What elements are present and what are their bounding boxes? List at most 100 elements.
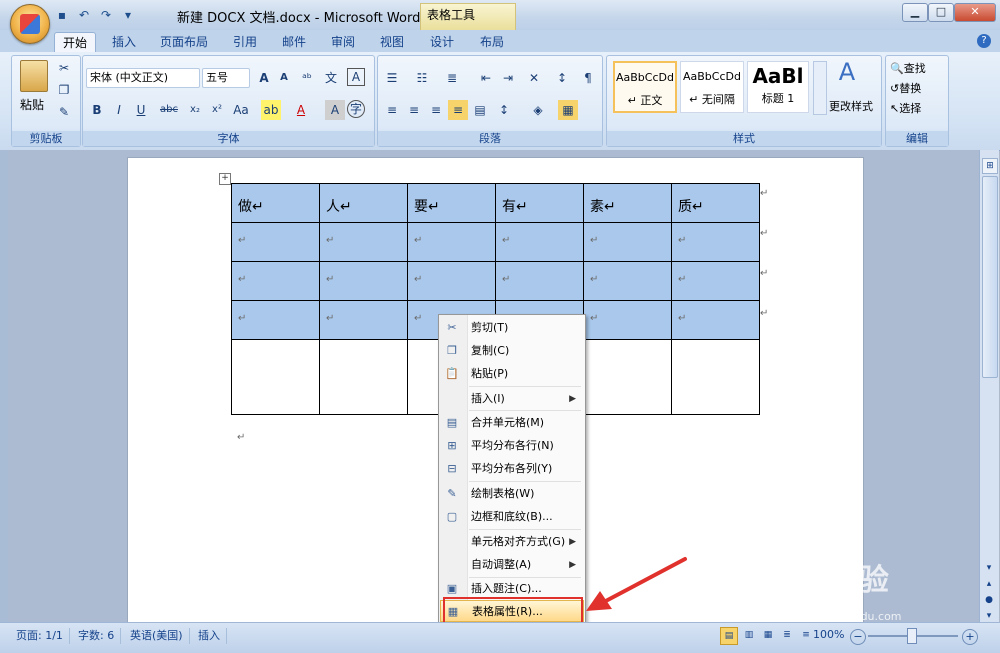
style-heading-1[interactable]: AaBl 标题 1 — [747, 61, 809, 113]
change-case-icon[interactable]: Aa — [231, 100, 251, 120]
scroll-thumb[interactable] — [982, 176, 998, 378]
align-right-icon[interactable]: ≡ — [426, 100, 446, 120]
table-cell[interactable]: ↵ — [671, 300, 760, 340]
table-cell[interactable]: 做↵ — [231, 183, 320, 223]
table-cell[interactable] — [231, 339, 320, 415]
subscript-icon[interactable]: x₂ — [185, 100, 205, 120]
bold-icon[interactable]: B — [87, 100, 107, 120]
multilevel-list-icon[interactable]: ≣ — [442, 68, 462, 88]
grow-font-icon[interactable]: A — [254, 68, 274, 88]
close-button[interactable]: ✕ — [954, 3, 996, 22]
align-center-icon[interactable]: ≡ — [404, 100, 424, 120]
align-left-icon[interactable]: ≡ — [382, 100, 402, 120]
tab-insert[interactable]: 插入 — [104, 32, 144, 52]
paste-button[interactable]: 粘贴 — [20, 96, 44, 113]
select-button[interactable]: ↖选择 — [890, 100, 921, 116]
menu-item-cut[interactable]: ✂ 剪切(T) — [440, 317, 584, 339]
outline-icon[interactable]: ≣ — [779, 627, 795, 643]
office-button[interactable] — [10, 4, 50, 44]
help-icon[interactable]: ? — [977, 34, 991, 48]
show-marks-icon[interactable]: ¶ — [578, 68, 598, 88]
zoom-slider-thumb[interactable] — [907, 628, 917, 644]
menu-item-insert[interactable]: 插入(I) ▶ — [440, 388, 584, 410]
table-cell[interactable]: ↵ — [495, 261, 584, 301]
justify-icon[interactable]: ≡ — [448, 100, 468, 120]
status-page[interactable]: 页面: 1/1 — [10, 628, 70, 644]
enclose-char-icon[interactable]: 字 — [347, 100, 365, 118]
paste-icon[interactable] — [20, 60, 48, 92]
font-size-select[interactable]: 五号 — [202, 68, 250, 88]
table-cell[interactable]: 人↵ — [319, 183, 408, 223]
table-cell[interactable]: ↵ — [583, 222, 672, 262]
phonetic-icon[interactable]: 文 — [321, 68, 341, 88]
table-cell[interactable]: ↵ — [407, 261, 496, 301]
style-no-spacing[interactable]: AaBbCcDd ↵ 无间隔 — [680, 61, 744, 113]
table-cell[interactable]: 要↵ — [407, 183, 496, 223]
maximize-button[interactable]: □ — [928, 3, 954, 22]
table-cell[interactable]: ↵ — [231, 261, 320, 301]
zoom-in-icon[interactable]: + — [962, 629, 978, 645]
menu-item-distribute-rows[interactable]: ⊞ 平均分布各行(N) — [440, 435, 584, 457]
status-word-count[interactable]: 字数: 6 — [72, 628, 122, 644]
char-border-icon[interactable]: A — [347, 68, 365, 86]
table-cell[interactable] — [319, 339, 408, 415]
chinese-layout-icon[interactable]: ✕ — [524, 68, 544, 88]
table-cell[interactable]: ↵ — [231, 222, 320, 262]
table-cell[interactable]: ↵ — [231, 300, 320, 340]
tab-references[interactable]: 引用 — [225, 32, 265, 52]
menu-item-merge-cells[interactable]: ▤ 合并单元格(M) — [440, 412, 584, 434]
table-cell[interactable]: 质↵ — [671, 183, 760, 223]
replace-button[interactable]: ↺替换 — [890, 80, 921, 96]
table-move-handle-icon[interactable]: + — [219, 173, 231, 185]
web-layout-icon[interactable]: ▦ — [760, 627, 776, 643]
bullets-icon[interactable]: ☰ — [382, 68, 402, 88]
print-layout-icon[interactable]: ▤ — [720, 627, 738, 645]
style-normal[interactable]: AaBbCcDd ↵ 正文 — [613, 61, 677, 113]
shading-icon[interactable]: ◈ — [528, 100, 548, 120]
table-cell[interactable]: ↵ — [495, 222, 584, 262]
sort-icon[interactable]: ↕ — [552, 68, 572, 88]
tab-view[interactable]: 视图 — [372, 32, 412, 52]
borders-icon[interactable]: ▦ — [558, 100, 578, 120]
menu-item-borders-shading[interactable]: ▢ 边框和底纹(B)... — [440, 506, 584, 528]
customize-icon[interactable]: ▾ — [120, 7, 136, 23]
format-painter-icon[interactable]: ✎ — [54, 102, 74, 122]
font-color-icon[interactable]: A — [291, 100, 311, 120]
draft-icon[interactable]: ≡ — [798, 627, 814, 643]
minimize-button[interactable]: ▁ — [902, 3, 928, 22]
tab-design[interactable]: 设计 — [422, 32, 462, 52]
decrease-indent-icon[interactable]: ⇤ — [476, 68, 496, 88]
menu-item-cell-alignment[interactable]: 单元格对齐方式(G) ▶ — [440, 531, 584, 553]
tab-mailings[interactable]: 邮件 — [274, 32, 314, 52]
save-icon[interactable]: ▪ — [54, 7, 70, 23]
table-cell[interactable]: ↵ — [319, 300, 408, 340]
table-cell[interactable]: ↵ — [319, 261, 408, 301]
redo-icon[interactable]: ↷ — [98, 7, 114, 23]
change-styles-icon[interactable]: A — [837, 60, 857, 92]
table-cell[interactable]: ↵ — [671, 261, 760, 301]
char-shading-icon[interactable]: A — [325, 100, 345, 120]
status-mode[interactable]: 插入 — [192, 628, 227, 644]
tab-page-layout[interactable]: 页面布局 — [152, 32, 216, 52]
font-name-select[interactable]: 宋体 (中文正文) — [86, 68, 200, 88]
table-cell[interactable]: ↵ — [583, 300, 672, 340]
page-browse-icons[interactable]: ▾ ▴ ● ▾ — [982, 560, 996, 624]
shrink-font-icon[interactable]: A — [274, 68, 294, 88]
table-cell[interactable]: ↵ — [319, 222, 408, 262]
underline-icon[interactable]: U — [131, 100, 151, 120]
table-cell[interactable]: ↵ — [583, 261, 672, 301]
superscript-icon[interactable]: x² — [207, 100, 227, 120]
italic-icon[interactable]: I — [109, 100, 129, 120]
tab-home[interactable]: 开始 — [54, 32, 97, 53]
copy-icon[interactable]: ❐ — [54, 80, 74, 100]
menu-item-distribute-cols[interactable]: ⊟ 平均分布各列(Y) — [440, 458, 584, 480]
table-cell[interactable]: 素↵ — [583, 183, 672, 223]
status-language[interactable]: 英语(美国) — [124, 628, 190, 644]
menu-item-draw-table[interactable]: ✎ 绘制表格(W) — [440, 483, 584, 505]
strikethrough-icon[interactable]: abc — [159, 100, 179, 120]
styles-scroll[interactable] — [813, 61, 827, 115]
clear-format-icon[interactable]: ᵃᵇ — [297, 68, 317, 88]
vertical-scrollbar[interactable]: ⊞ ▾ ▴ ● ▾ — [979, 150, 999, 622]
zoom-level[interactable]: 100% — [813, 628, 844, 641]
full-screen-icon[interactable]: ▥ — [741, 627, 757, 643]
